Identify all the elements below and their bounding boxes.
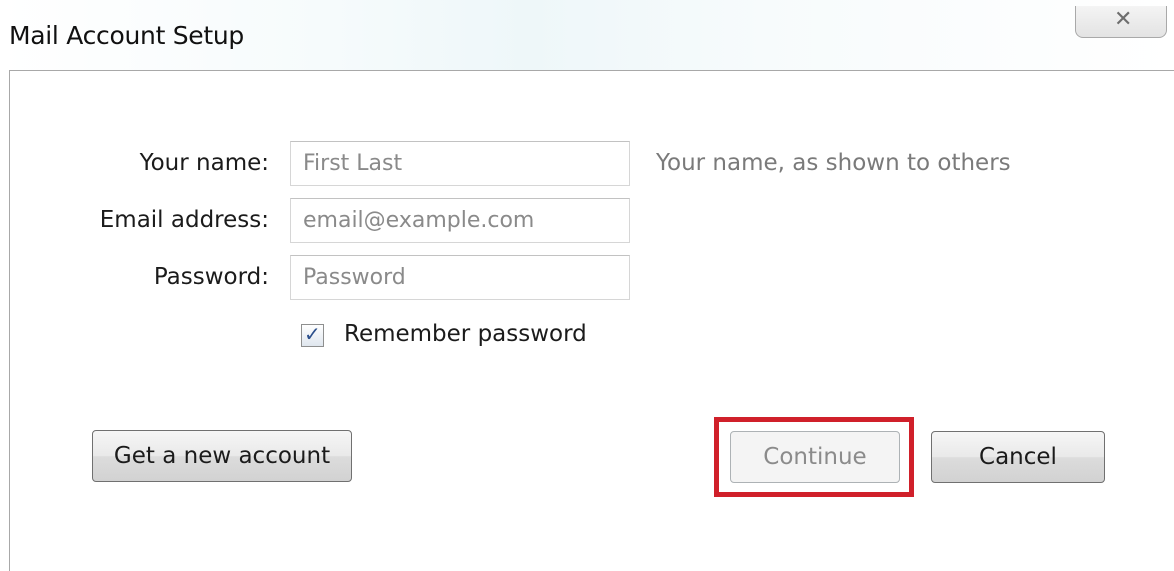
password-label: Password: bbox=[153, 264, 269, 290]
window-title: Mail Account Setup bbox=[9, 21, 244, 50]
check-icon: ✓ bbox=[304, 322, 321, 346]
close-button[interactable]: ✕ bbox=[1075, 6, 1167, 38]
remember-password-label[interactable]: Remember password bbox=[344, 320, 587, 348]
remember-password-checkbox[interactable]: ✓ bbox=[301, 322, 324, 347]
cancel-button[interactable]: Cancel bbox=[931, 431, 1105, 483]
close-icon: ✕ bbox=[1114, 7, 1133, 32]
email-label: Email address: bbox=[99, 207, 269, 233]
get-new-account-button[interactable]: Get a new account bbox=[92, 430, 352, 482]
name-hint: Your name, as shown to others bbox=[656, 150, 1011, 176]
name-input[interactable] bbox=[290, 141, 630, 186]
email-input[interactable] bbox=[290, 198, 630, 243]
highlight-box bbox=[714, 417, 914, 497]
password-input[interactable] bbox=[290, 255, 630, 300]
name-label: Your name: bbox=[139, 150, 269, 176]
title-bar: Mail Account Setup ✕ bbox=[0, 0, 1174, 70]
